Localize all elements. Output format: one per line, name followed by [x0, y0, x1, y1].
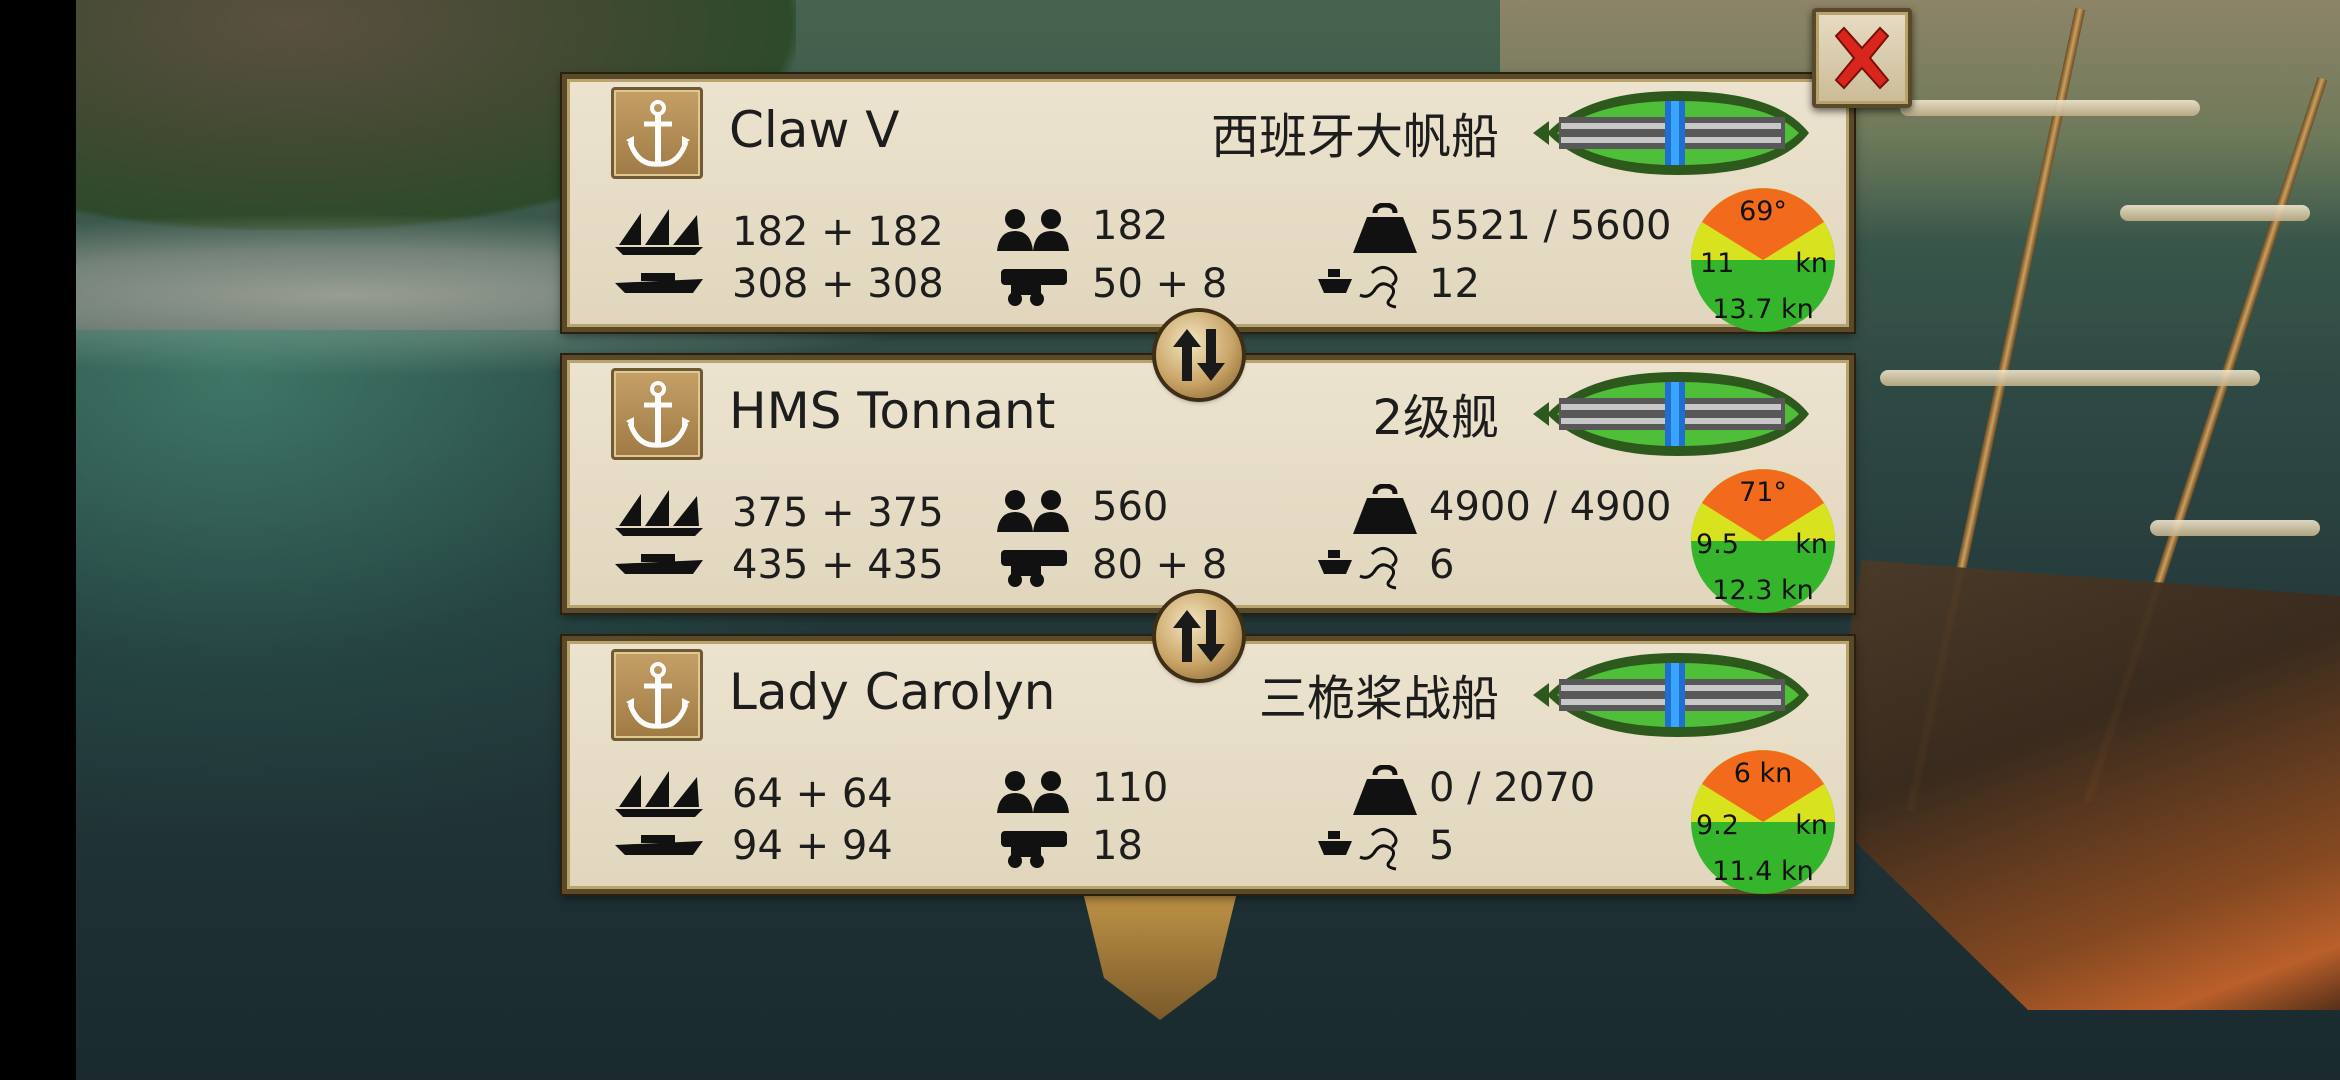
anchor-icon: [626, 381, 690, 448]
gauge-right: kn: [1795, 810, 1828, 841]
ship-yard: [2150, 520, 2320, 536]
sails-value: 375 + 375: [732, 490, 944, 536]
close-button[interactable]: [1812, 8, 1912, 108]
crew-value: 560: [1092, 484, 1169, 530]
gauge-left: 11: [1700, 248, 1734, 279]
anchor-button[interactable]: [611, 368, 703, 460]
anchor-button[interactable]: [611, 649, 703, 741]
ship-yard: [1880, 370, 2260, 386]
player-ship: [1820, 560, 2340, 1010]
gauge-bottom: 12.3 kn: [1712, 575, 1813, 606]
ship-yard: [1900, 100, 2200, 116]
ship-class: 2级舰: [1372, 390, 1499, 446]
weight-icon: [1353, 203, 1417, 253]
ship-name: HMS Tonnant: [729, 382, 1056, 440]
cannons-value: 18: [1092, 823, 1143, 869]
grappling-hook-icon: [1318, 547, 1398, 590]
speed-gauge: 6 kn 9.2 kn 11.4 kn: [1691, 750, 1835, 894]
sails-value: 182 + 182: [732, 209, 944, 255]
weight-icon: [1353, 484, 1417, 534]
hull-value: 94 + 94: [732, 823, 893, 869]
ship-card[interactable]: Claw V 西班牙大帆船 182 + 182 308 + 308 182 50…: [562, 74, 1854, 332]
swap-ships-button[interactable]: [1156, 312, 1242, 398]
sails-icon: [615, 771, 703, 817]
ship-stern: [1080, 880, 1240, 1020]
sails-icon: [615, 209, 703, 255]
ship-class: 西班牙大帆船: [1210, 109, 1499, 165]
cannons-value: 50 + 8: [1092, 261, 1228, 307]
game-scene: Claw V 西班牙大帆船 182 + 182 308 + 308 182 50…: [0, 0, 2340, 1080]
close-icon: [1834, 26, 1890, 90]
gauge-top: 71°: [1739, 477, 1787, 508]
ship-class: 三桅桨战船: [1258, 671, 1499, 727]
hull-icon: [615, 554, 703, 574]
gauge-right: kn: [1795, 248, 1828, 279]
boarding-value: 6: [1429, 542, 1455, 588]
cannon-icon: [1001, 550, 1067, 587]
cargo-value: 0 / 2070: [1429, 765, 1596, 811]
hull-value: 435 + 435: [732, 542, 944, 588]
ship-name: Claw V: [729, 101, 900, 159]
anchor-icon: [626, 662, 690, 729]
anchor-button[interactable]: [611, 87, 703, 179]
ship-name: Lady Carolyn: [729, 663, 1056, 721]
weight-icon: [1353, 765, 1417, 815]
gauge-top: 69°: [1739, 196, 1787, 227]
hull-icon: [615, 273, 703, 293]
gauge-right: kn: [1795, 529, 1828, 560]
gauge-top: 6 kn: [1734, 758, 1793, 789]
swap-arrows-icon: [1173, 610, 1225, 662]
swap-arrows-icon: [1173, 329, 1225, 381]
anchor-icon: [626, 100, 690, 167]
boarding-value: 12: [1429, 261, 1480, 307]
grappling-hook-icon: [1318, 266, 1398, 309]
hull-diagram-icon: [1533, 91, 1809, 175]
hull-diagram-icon: [1533, 653, 1809, 737]
crew-value: 182: [1092, 203, 1169, 249]
grappling-hook-icon: [1318, 828, 1398, 871]
cannons-value: 80 + 8: [1092, 542, 1228, 588]
gauge-left: 9.5: [1696, 529, 1739, 560]
boarding-value: 5: [1429, 823, 1455, 869]
hull-diagram-icon: [1533, 372, 1809, 456]
gauge-bottom: 11.4 kn: [1712, 856, 1813, 887]
gauge-bottom: 13.7 kn: [1712, 294, 1813, 325]
hull-icon: [615, 835, 703, 855]
speed-gauge: 69° 11 kn 13.7 kn: [1691, 188, 1835, 332]
crew-icon: [997, 209, 1069, 251]
crew-icon: [997, 771, 1069, 813]
cannon-icon: [1001, 831, 1067, 868]
cargo-value: 5521 / 5600: [1429, 203, 1672, 249]
speed-gauge: 71° 9.5 kn 12.3 kn: [1691, 469, 1835, 613]
crew-value: 110: [1092, 765, 1169, 811]
sails-icon: [615, 490, 703, 536]
cargo-value: 4900 / 4900: [1429, 484, 1672, 530]
ship-yard: [2120, 205, 2310, 221]
swap-ships-button[interactable]: [1156, 593, 1242, 679]
screen-edge-bar: [0, 0, 76, 1080]
cannon-icon: [1001, 269, 1067, 306]
sails-value: 64 + 64: [732, 771, 893, 817]
gauge-left: 9.2: [1696, 810, 1739, 841]
hull-value: 308 + 308: [732, 261, 944, 307]
crew-icon: [997, 490, 1069, 532]
